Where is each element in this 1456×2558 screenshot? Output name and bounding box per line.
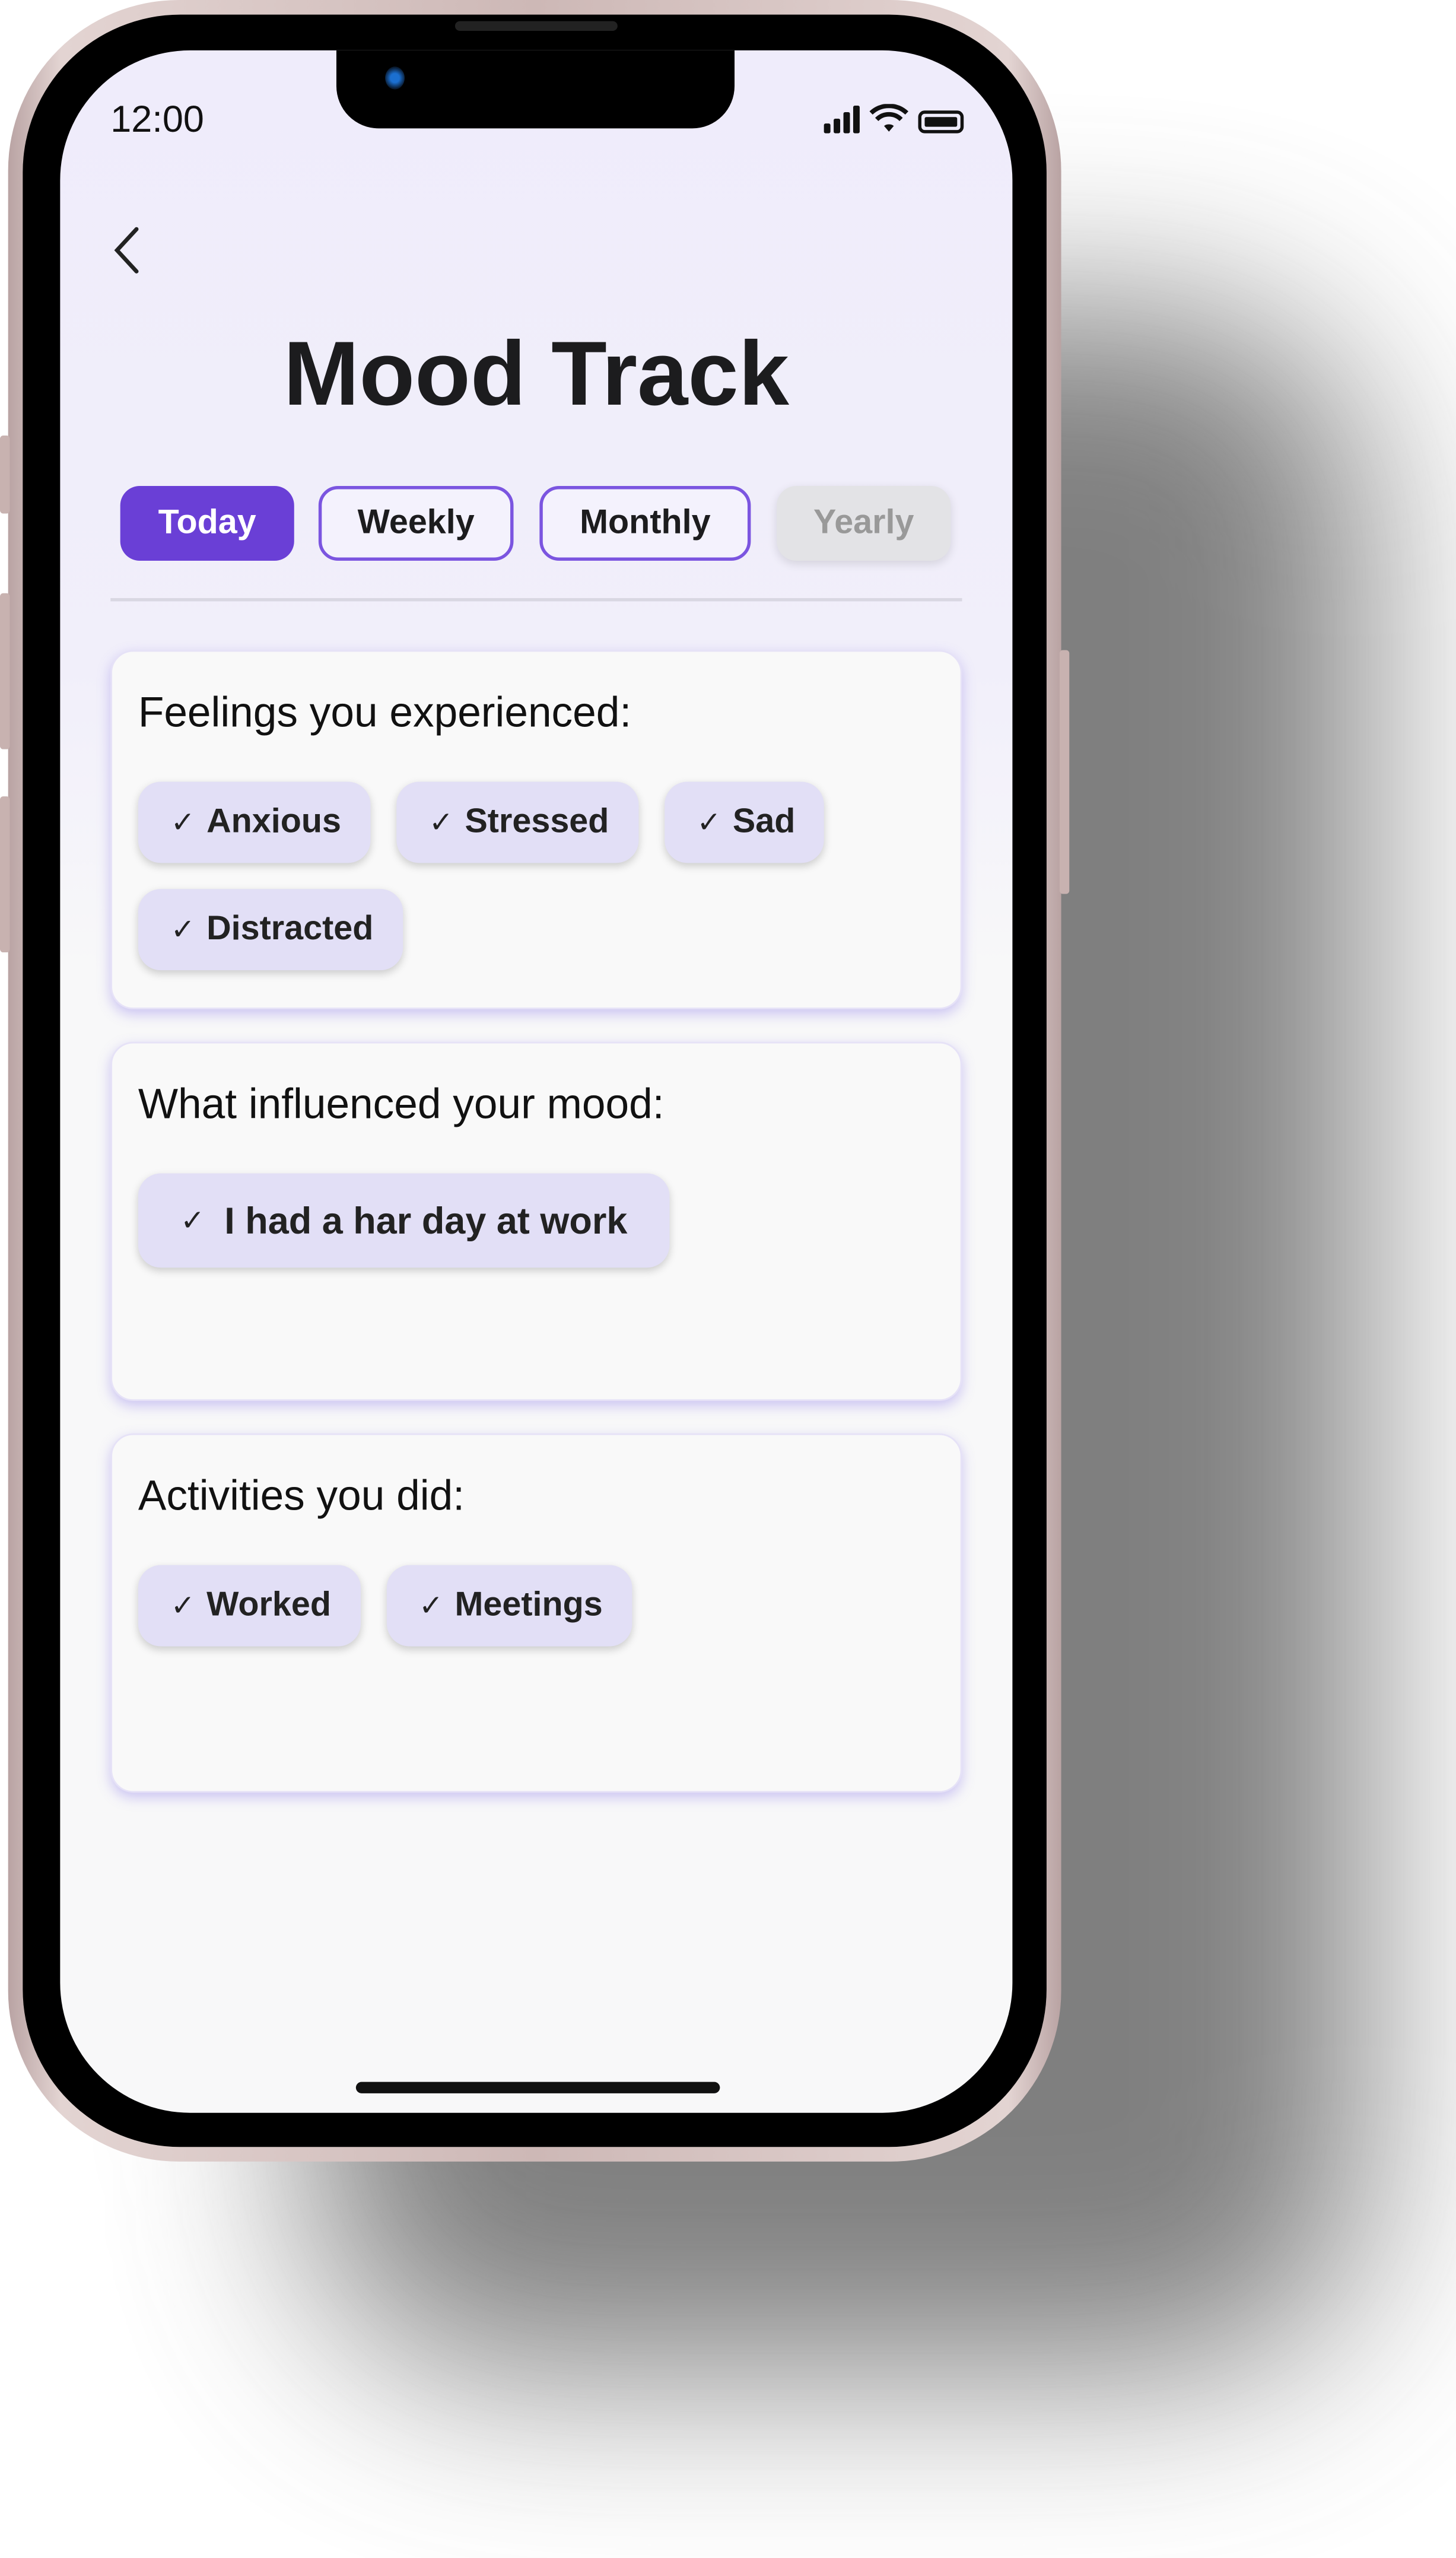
status-icons <box>824 104 964 134</box>
check-icon: ✓ <box>170 805 195 838</box>
activities-card: Activities you did: ✓ Worked ✓ Meetings <box>110 1433 962 1793</box>
chip-meetings[interactable]: ✓ Meetings <box>386 1565 632 1647</box>
section-heading: Activities you did: <box>138 1470 465 1520</box>
check-icon: ✓ <box>170 1588 195 1622</box>
check-icon: ✓ <box>428 805 454 838</box>
speaker-grille <box>454 21 618 31</box>
back-chevron-icon[interactable] <box>112 226 141 275</box>
volume-down-button <box>0 796 10 953</box>
tab-today[interactable]: Today <box>120 485 294 561</box>
feelings-card: Feelings you experienced: ✓ Anxious ✓ Stre… <box>110 650 962 1009</box>
mute-switch <box>0 436 10 514</box>
chip-label: Sad <box>732 803 796 841</box>
chip-hard-day-at-work[interactable]: ✓ I had a har day at work <box>138 1173 670 1268</box>
wifi-icon <box>869 104 908 132</box>
power-button <box>1059 650 1070 894</box>
tab-yearly: Yearly <box>777 485 951 561</box>
signal-icon <box>824 106 860 134</box>
check-icon: ✓ <box>170 912 195 945</box>
check-icon: ✓ <box>697 805 721 838</box>
chip-stressed[interactable]: ✓ Stressed <box>396 781 638 863</box>
chip-label: Distracted <box>206 910 374 948</box>
chip-distracted[interactable]: ✓ Distracted <box>138 889 403 971</box>
battery-icon <box>918 110 964 134</box>
influences-card: What influenced your mood: ✓ I had a har … <box>110 1041 962 1402</box>
volume-up-button <box>0 593 10 749</box>
status-time: 12:00 <box>110 97 204 140</box>
chip-worked[interactable]: ✓ Worked <box>138 1565 361 1647</box>
divider <box>110 598 962 602</box>
section-heading: What influenced your mood: <box>138 1079 665 1128</box>
check-icon: ✓ <box>180 1203 205 1237</box>
notch <box>336 50 735 129</box>
tab-monthly[interactable]: Monthly <box>539 485 751 561</box>
chip-anxious[interactable]: ✓ Anxious <box>138 781 371 863</box>
section-heading: Feelings you experienced: <box>138 687 632 736</box>
chip-label: Anxious <box>206 803 342 841</box>
check-icon: ✓ <box>418 1588 444 1622</box>
home-indicator[interactable] <box>355 2082 720 2093</box>
chip-label: I had a har day at work <box>224 1199 628 1241</box>
chip-label: Stressed <box>465 803 609 841</box>
chip-sad[interactable]: ✓ Sad <box>664 781 825 863</box>
tab-weekly[interactable]: Weekly <box>318 485 514 561</box>
page-title: Mood Track <box>283 322 789 424</box>
camera-icon <box>385 66 405 90</box>
chip-label: Worked <box>206 1586 332 1624</box>
chip-label: Meetings <box>454 1586 603 1624</box>
screen: 12:00 Mood Track Today Weekly Monthly Ye… <box>60 50 1013 2113</box>
